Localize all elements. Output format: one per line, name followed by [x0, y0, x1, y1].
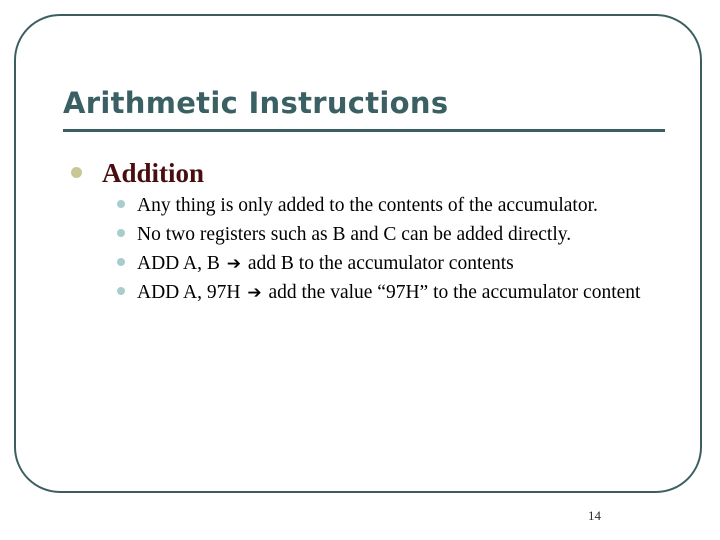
- bullet-dot-icon: [117, 200, 125, 208]
- outline-item-level2: Any thing is only added to the contents …: [63, 193, 673, 219]
- slide-canvas: Arithmetic Instructions Addition Any thin…: [0, 0, 720, 540]
- outline-level2-text: add the value “97H” to the accumulator c…: [263, 282, 641, 303]
- outline-level2-text: add B to the accumulator contents: [243, 253, 514, 274]
- title-divider-rule: [63, 129, 665, 132]
- page-number: 14: [588, 508, 601, 523]
- bullet-dot-icon: [117, 287, 125, 295]
- outline-item-level1: Addition: [63, 157, 673, 189]
- arrow-right-icon: ➔: [226, 254, 242, 274]
- arrow-right-icon: ➔: [247, 283, 262, 303]
- bullet-circle-icon: [71, 167, 82, 178]
- page-title: Arithmetic Instructions: [63, 86, 449, 120]
- slide-title-block: Arithmetic Instructions: [63, 86, 667, 132]
- outline-level2-list: Any thing is only added to the contents …: [63, 193, 673, 306]
- outline-level1-label: Addition: [102, 158, 205, 188]
- outline-level2-text: ADD A, B: [137, 253, 225, 274]
- outline-level2-text: ADD A, 97H: [137, 282, 246, 303]
- outline-level2-text: Any thing is only added to the contents …: [137, 195, 598, 216]
- outline-item-level2: ADD A, 97H ➔ add the value “97H” to the …: [63, 280, 673, 306]
- bullet-dot-icon: [117, 258, 125, 266]
- bullet-dot-icon: [117, 229, 125, 237]
- slide-body-outline: Addition Any thing is only added to the c…: [63, 157, 673, 306]
- outline-item-level2: ADD A, B ➔ add B to the accumulator cont…: [63, 251, 673, 277]
- outline-level2-text: No two registers such as B and C can be …: [137, 224, 572, 245]
- outline-item-level2: No two registers such as B and C can be …: [63, 222, 673, 248]
